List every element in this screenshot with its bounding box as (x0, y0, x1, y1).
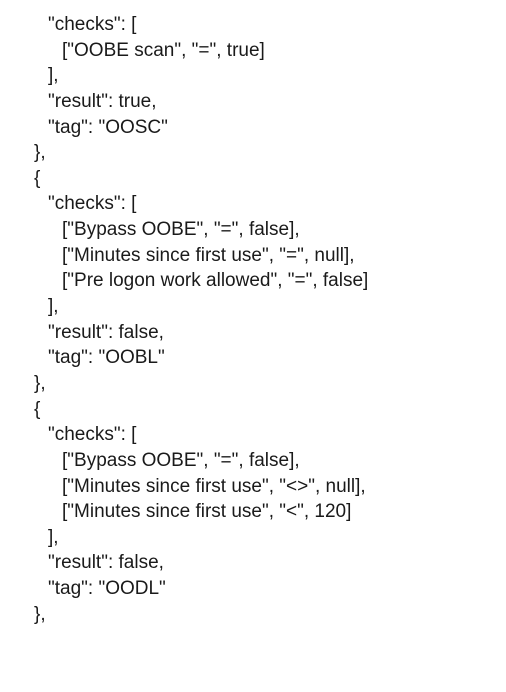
code-line: ["Minutes since first use", "<>", null], (20, 474, 506, 500)
code-line: ["Minutes since first use", "=", null], (20, 243, 506, 269)
code-line: "result": true, (20, 89, 506, 115)
code-line: ["Bypass OOBE", "=", false], (20, 448, 506, 474)
code-line: "result": false, (20, 320, 506, 346)
code-line: ], (20, 525, 506, 551)
code-line: ], (20, 294, 506, 320)
json-code-block: "checks": [["OOBE scan", "=", true]],"re… (20, 12, 506, 627)
code-line: }, (20, 140, 506, 166)
code-line: "tag": "OOBL" (20, 345, 506, 371)
code-line: "checks": [ (20, 12, 506, 38)
code-line: ], (20, 63, 506, 89)
code-line: "checks": [ (20, 422, 506, 448)
code-line: { (20, 166, 506, 192)
code-line: }, (20, 602, 506, 628)
code-line: "checks": [ (20, 191, 506, 217)
code-line: ["Bypass OOBE", "=", false], (20, 217, 506, 243)
code-line: "tag": "OODL" (20, 576, 506, 602)
code-line: { (20, 397, 506, 423)
code-line: }, (20, 371, 506, 397)
code-line: ["Pre logon work allowed", "=", false] (20, 268, 506, 294)
code-line: "result": false, (20, 550, 506, 576)
code-line: ["OOBE scan", "=", true] (20, 38, 506, 64)
code-line: "tag": "OOSC" (20, 115, 506, 141)
code-line: ["Minutes since first use", "<", 120] (20, 499, 506, 525)
